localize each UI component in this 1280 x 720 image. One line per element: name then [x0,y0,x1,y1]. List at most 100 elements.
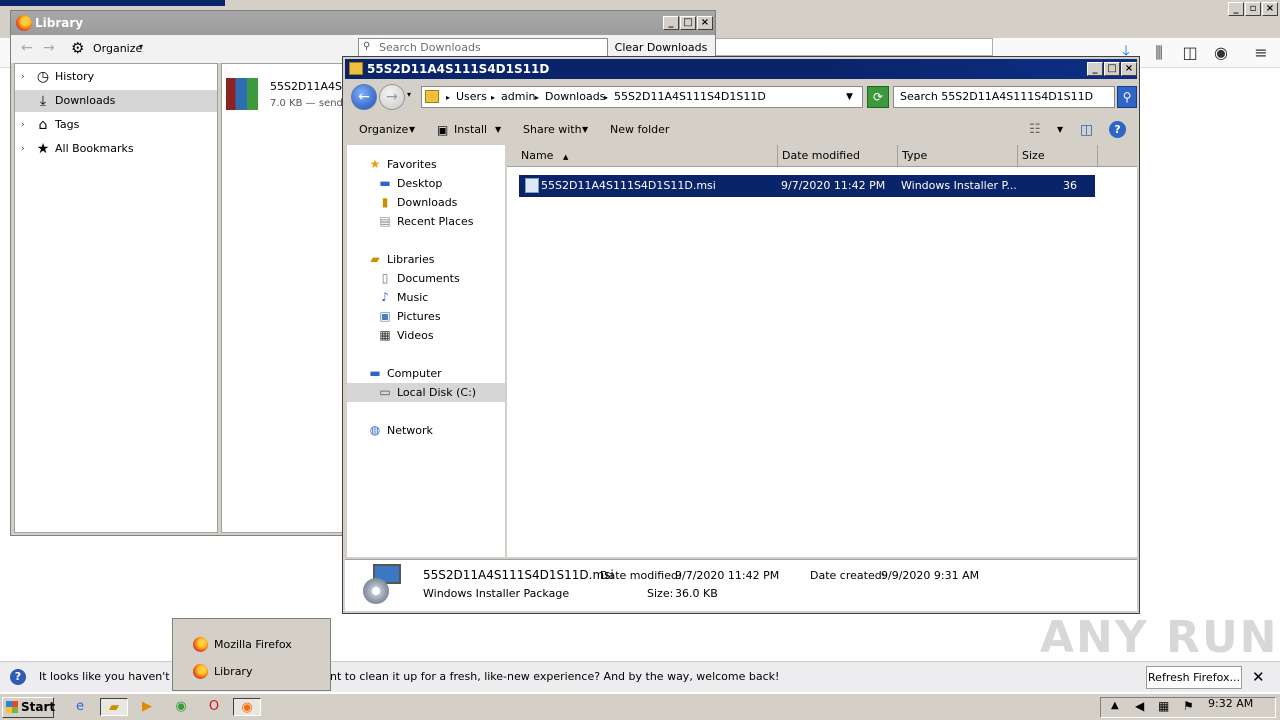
tree-item-label: All Bookmarks [55,142,134,155]
folder-icon [349,62,363,75]
internet-explorer-icon[interactable]: e [70,698,90,716]
network-tray-icon[interactable]: ▦ [1158,699,1169,713]
clear-downloads-button[interactable]: Clear Downloads [614,38,708,58]
nav-desktop[interactable]: ▬ Desktop [347,174,505,193]
organize-button[interactable]: Organize [93,42,142,55]
search-icon[interactable]: ⚲ [1117,86,1137,108]
install-button[interactable]: Install [454,115,487,145]
opera-icon[interactable]: O [204,698,224,716]
search-downloads-input[interactable]: Search Downloads [358,38,608,58]
clock[interactable]: 9:32 AM [1208,697,1253,710]
jump-list-item-firefox[interactable]: Mozilla Firefox [181,633,326,657]
network-icon: ◍ [369,423,381,437]
forward-button[interactable]: → [379,84,405,110]
menu-icon[interactable]: ≡ [1250,42,1272,64]
jump-list-label: Mozilla Firefox [214,638,292,651]
breadcrumb-users[interactable]: Users [456,90,487,103]
column-date-modified[interactable]: Date modified [778,145,898,167]
nav-recent-places[interactable]: ▤ Recent Places [347,212,505,231]
nav-local-disk[interactable]: ▭ Local Disk (C:) [347,383,505,402]
column-size[interactable]: Size [1018,145,1098,167]
nav-pictures[interactable]: ▣ Pictures [347,307,505,326]
column-name[interactable]: Name ▲ [507,145,778,167]
minimize-button[interactable]: _ [1228,2,1244,16]
close-button[interactable]: × [1262,2,1278,16]
firefox-taskbar-icon[interactable]: ◉ [233,698,261,716]
url-bar[interactable] [715,38,993,56]
organize-button[interactable]: Organize [359,115,408,145]
media-player-icon[interactable]: ▶ [137,698,157,716]
restore-button[interactable]: ▫ [1245,2,1261,16]
explorer-search-input[interactable]: Search 55S2D11A4S111S4D1S11D [893,86,1115,108]
explorer-maximize-button[interactable]: □ [1104,62,1120,76]
explorer-window: 55S2D11A4S111S4D1S11D _ □ × ← → ▾ ▸ User… [342,56,1140,614]
sidebar-icon[interactable]: ◫ [1179,42,1201,64]
help-icon[interactable]: ? [1109,121,1126,138]
address-field[interactable]: ▸ Users ▸ admin ▸ Downloads ▸ 55S2D11A4S… [421,86,863,108]
library-icon[interactable]: ⫼ [1148,42,1170,64]
start-button[interactable]: Start [2,697,55,718]
details-pane: 55S2D11A4S111S4D1S11D.msi Windows Instal… [345,559,1137,611]
nav-network[interactable]: ◍ Network [347,421,505,440]
archive-icon [226,78,258,110]
videos-icon: ▦ [379,328,391,342]
explorer-minimize-button[interactable]: _ [1087,62,1103,76]
refresh-icon[interactable]: ⟳ [867,86,889,108]
account-icon[interactable]: ◉ [1210,42,1232,64]
nav-computer[interactable]: ▬ Computer [347,364,505,383]
new-folder-button[interactable]: New folder [610,115,669,145]
download-name: 55S2D11A4S [270,80,342,93]
library-maximize-button[interactable]: □ [680,16,696,30]
info-icon: ? [10,669,26,685]
view-icon[interactable]: ☷ [1029,115,1041,145]
breadcrumb-admin[interactable]: admin [501,90,535,103]
preview-pane-icon[interactable]: ◫ [1080,115,1093,145]
nav-libraries[interactable]: ▰ Libraries [347,250,505,269]
tree-item-history[interactable]: › ◷ History [15,66,217,88]
action-center-icon[interactable]: ⚑ [1183,699,1194,713]
refresh-firefox-button[interactable]: Refresh Firefox... [1146,666,1242,689]
file-size: 36 KB [1063,179,1078,214]
column-filler [1098,145,1137,167]
expand-icon[interactable]: › [21,66,25,88]
table-row[interactable]: 55S2D11A4S111S4D1S11D.msi 9/7/2020 11:42… [519,175,1095,214]
chevron-down-icon[interactable]: ▼ [1057,115,1063,145]
share-with-button[interactable]: Share with [523,115,582,145]
tree-item-label: Tags [55,118,80,131]
breadcrumb-downloads[interactable]: Downloads [545,90,605,103]
explorer-close-button[interactable]: × [1121,62,1137,76]
chrome-icon[interactable]: ◉ [171,698,191,716]
forward-icon[interactable]: → [43,40,55,56]
nav-downloads[interactable]: ▮ Downloads [347,193,505,212]
volume-icon[interactable]: ◀ [1135,699,1144,713]
library-close-button[interactable]: × [697,16,713,30]
expand-icon[interactable]: › [21,114,25,136]
back-button[interactable]: ← [351,84,377,110]
nav-documents[interactable]: ▯ Documents [347,269,505,288]
tree-item-tags[interactable]: › ⌂ Tags [15,114,217,136]
file-date: 9/7/2020 11:42 PM [781,179,886,192]
chevron-down-icon[interactable]: ▾ [407,90,411,99]
chevron-down-icon: ▼ [409,125,416,134]
back-icon[interactable]: ← [21,40,33,56]
nav-label: Network [387,424,433,437]
watermark-logo: ANY RUN [1040,612,1279,663]
library-minimize-button[interactable]: _ [663,16,679,30]
nav-videos[interactable]: ▦ Videos [347,326,505,345]
explorer-taskbar-icon[interactable]: ▰ [100,698,128,716]
tree-item-all-bookmarks[interactable]: › ★ All Bookmarks [15,138,217,160]
computer-icon: ▬ [369,366,381,380]
nav-music[interactable]: ♪ Music [347,288,505,307]
breadcrumb-folder[interactable]: 55S2D11A4S111S4D1S11D [614,90,766,103]
column-type[interactable]: Type [898,145,1018,167]
close-icon[interactable]: ✕ [1252,668,1265,686]
nav-favorites[interactable]: ★ Favorites [347,155,505,174]
tray-expand-icon[interactable]: ▲ [1111,700,1119,711]
navigation-pane: ★ Favorites ▬ Desktop ▮ Downloads ▤ Rece… [347,145,505,557]
expand-icon[interactable]: › [21,138,25,160]
tree-item-downloads[interactable]: ⤓ Downloads [15,90,217,112]
taskbar-jump-list: Mozilla Firefox Library [172,618,331,691]
address-dropdown-icon[interactable]: ▼ [846,92,853,102]
jump-list-item-library[interactable]: Library [181,660,326,684]
tree-item-label: Downloads [55,94,116,107]
